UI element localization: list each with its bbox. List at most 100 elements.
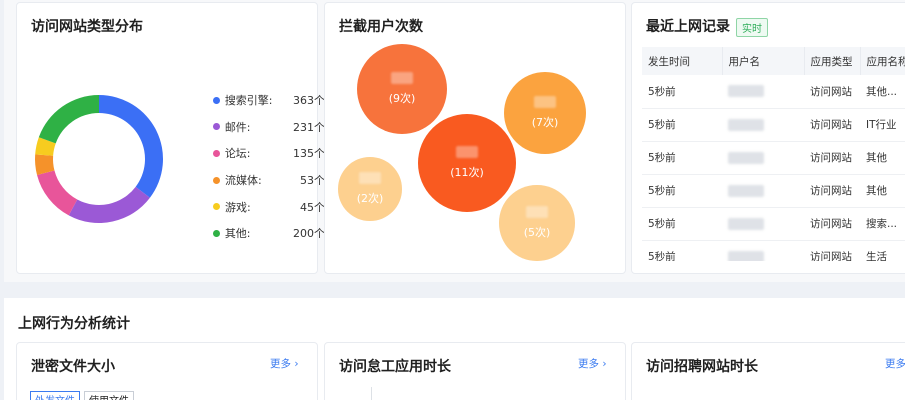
cell-time: 5秒前 (642, 174, 722, 208)
legend-dot (213, 123, 220, 131)
legend-value: 200个 (293, 227, 325, 241)
legend-value: 231个 (293, 120, 325, 134)
table-row[interactable]: 5秒前 访问网站 其他 (642, 141, 905, 175)
bubble-label: (2次) (356, 191, 384, 205)
bubble-label: (7次) (531, 115, 559, 129)
legend-value: 45个 (300, 200, 325, 214)
cell-type: 访问网站 (804, 240, 860, 261)
legend-item[interactable]: 搜索引擎: 363个 (213, 87, 325, 114)
more-link[interactable]: 更多 (885, 356, 905, 371)
legend-label: 搜索引擎: (224, 94, 273, 108)
cell-type: 访问网站 (804, 141, 860, 175)
records-table: 发生时间 用户名 应用类型 应用名称 5秒前 访问网站 其他... 5秒前 访问网站 IT… (642, 47, 905, 261)
blurred-username (456, 146, 478, 158)
table-row[interactable]: 5秒前 访问网站 搜索... (642, 207, 905, 241)
donut-slice[interactable] (68, 186, 150, 223)
blurred-username (728, 118, 764, 131)
bubble[interactable]: (2次) (338, 157, 402, 221)
legend-label: 游戏: (225, 200, 251, 214)
legend-item[interactable]: 游戏: 45个 (213, 193, 325, 220)
legend-label: 邮件: (224, 120, 251, 134)
donut-slice[interactable] (38, 95, 99, 144)
cell-user (722, 240, 804, 261)
legend-item[interactable]: 其他: 200个 (213, 220, 325, 247)
cell-user (722, 174, 804, 208)
legend-dot (213, 229, 220, 237)
legend-value: 363个 (293, 94, 325, 108)
col-time: 发生时间 (642, 47, 723, 75)
blurred-username (728, 151, 764, 164)
more-link[interactable]: 更多 › (578, 356, 607, 371)
col-type: 应用类型 (804, 47, 861, 75)
cell-time: 5秒前 (642, 75, 722, 109)
bubble-label: (5次) (523, 225, 551, 239)
legend-dot (213, 203, 220, 211)
bubble[interactable]: (11次) (418, 114, 516, 212)
cell-app: 搜索... (860, 207, 905, 241)
legend-label: 其他: (224, 227, 251, 241)
cell-type: 访问网站 (804, 108, 860, 142)
card-title: 访问招聘网站时长 (646, 359, 758, 375)
cell-user (722, 207, 804, 241)
legend-item[interactable]: 流媒体: 53个 (213, 167, 325, 194)
blurred-username (728, 85, 764, 98)
cell-user (722, 75, 804, 109)
legend-dot (213, 176, 220, 184)
legend-dot (213, 96, 220, 104)
cell-app: 生活 (860, 240, 905, 261)
cell-app: 其他 (860, 174, 905, 208)
section-title: 上网行为分析统计 (18, 316, 130, 332)
legend-value: 135个 (293, 147, 325, 161)
donut-chart (35, 95, 163, 223)
cell-user (722, 141, 804, 175)
recent-records-card: 最近上网记录 实时 发生时间 用户名 应用类型 应用名称 5秒前 访问网站 其他..… (631, 2, 905, 274)
col-app: 应用名称 (860, 47, 905, 75)
recruit-site-card: 访问招聘网站时长 (631, 342, 905, 400)
col-user: 用户名 (722, 47, 805, 75)
cell-type: 访问网站 (804, 174, 860, 208)
blurred-username (728, 184, 764, 197)
cell-app: 其他 (860, 141, 905, 175)
table-row[interactable]: 5秒前 访问网站 其他... (642, 75, 905, 109)
card-title: 拦截用户次数 (339, 19, 423, 35)
cell-time: 5秒前 (642, 207, 722, 241)
cell-time: 5秒前 (642, 141, 722, 175)
idle-app-card: 访问怠工应用时长 (324, 342, 626, 400)
blurred-username (728, 250, 764, 261)
cell-app: IT行业 (860, 108, 905, 142)
table-row[interactable]: 5秒前 访问网站 生活 (642, 240, 905, 261)
bubble-label: (11次) (450, 166, 484, 179)
site-type-card: 访问网站类型分布 搜索引擎: 363个邮件: 231个论坛: 135个流媒体: 53个游… (16, 2, 325, 274)
card-title: 访问怠工应用时长 (339, 359, 451, 375)
tab-used-files[interactable]: 使用文件 (84, 391, 134, 400)
tab-outgoing-files[interactable]: 外发文件 (30, 391, 80, 400)
bubble[interactable]: (7次) (503, 71, 587, 155)
cell-time: 5秒前 (642, 240, 722, 261)
legend-dot (213, 149, 220, 157)
blocked-card: 拦截用户次数 (9次) (7次) (11次) (2次) (5次) (324, 2, 626, 274)
donut-slice[interactable] (37, 170, 78, 216)
blurred-username (728, 217, 764, 230)
cell-user (722, 108, 804, 142)
card-title: 泄密文件大小 (31, 359, 115, 375)
table-row[interactable]: 5秒前 访问网站 其他 (642, 174, 905, 208)
legend-label: 论坛: (224, 147, 251, 161)
legend-item[interactable]: 论坛: 135个 (213, 140, 325, 167)
cell-time: 5秒前 (642, 108, 722, 142)
chart-divider (371, 387, 372, 400)
card-title: 访问网站类型分布 (31, 19, 143, 35)
blurred-username (533, 95, 556, 108)
cell-app: 其他... (860, 75, 905, 109)
cell-type: 访问网站 (804, 75, 860, 109)
bubble[interactable]: (9次) (356, 43, 448, 135)
bubble-label: (9次) (388, 91, 416, 105)
table-row[interactable]: 5秒前 访问网站 IT行业 (642, 108, 905, 142)
blurred-username (390, 71, 413, 84)
legend-label: 流媒体: (225, 174, 262, 188)
more-link[interactable]: 更多 › (270, 356, 299, 371)
legend-value: 53个 (300, 174, 325, 188)
donut-slice[interactable] (99, 95, 163, 198)
legend-item[interactable]: 邮件: 231个 (213, 114, 325, 141)
bubble[interactable]: (5次) (499, 185, 575, 261)
cell-type: 访问网站 (804, 207, 860, 241)
